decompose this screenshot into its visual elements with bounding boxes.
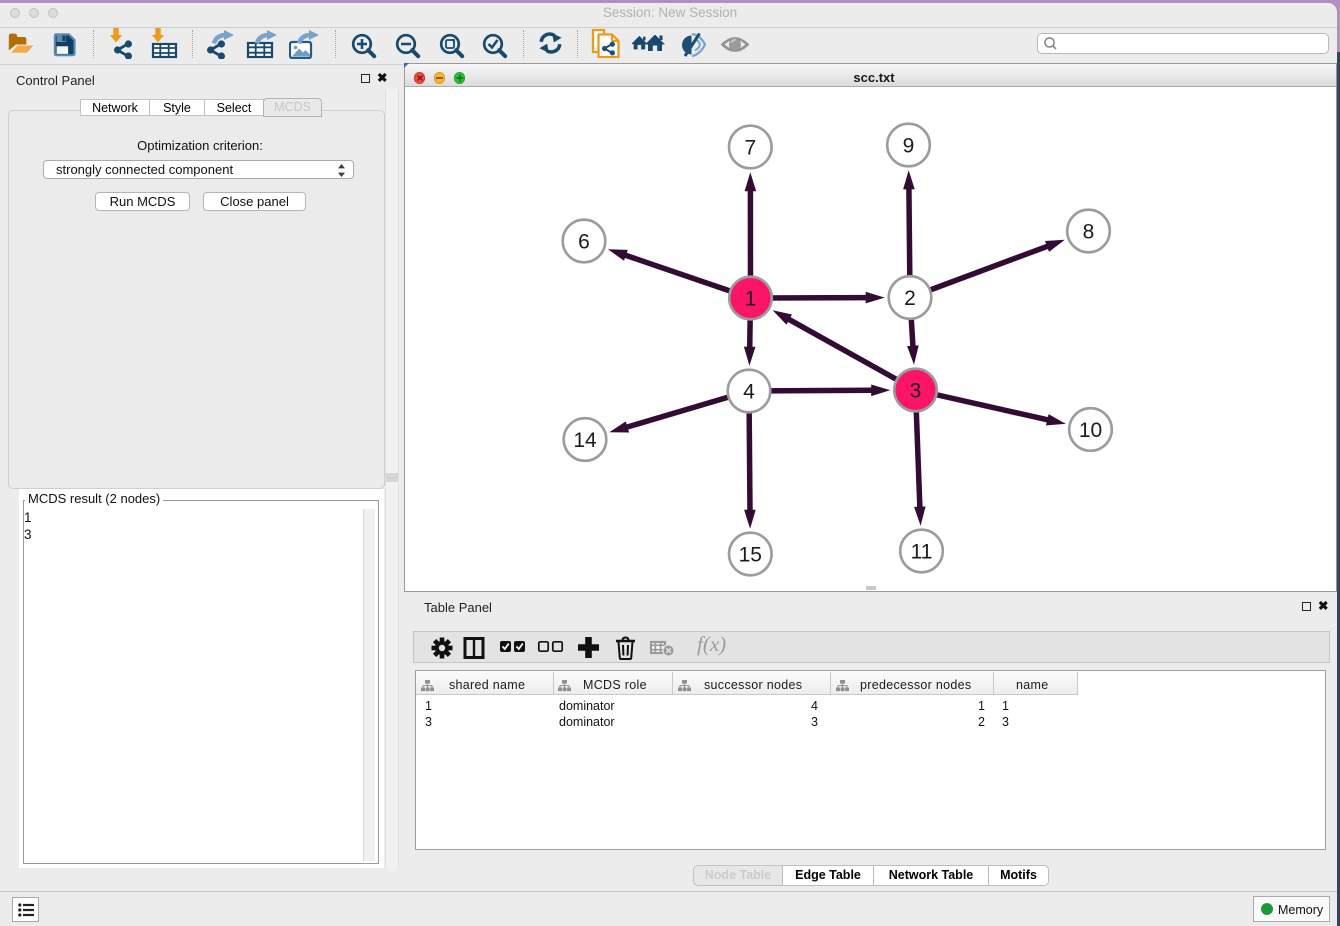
- svg-text:1: 1: [745, 287, 757, 310]
- svg-text:8: 8: [1083, 220, 1095, 243]
- svg-text:4: 4: [743, 380, 755, 403]
- svg-text:15: 15: [739, 543, 762, 566]
- svg-text:2: 2: [904, 287, 916, 310]
- svg-text:3: 3: [910, 379, 922, 402]
- svg-text:7: 7: [744, 136, 756, 159]
- svg-text:14: 14: [573, 429, 597, 452]
- svg-text:11: 11: [911, 540, 933, 563]
- svg-text:6: 6: [578, 230, 590, 253]
- svg-text:9: 9: [903, 134, 915, 157]
- svg-text:10: 10: [1079, 419, 1102, 442]
